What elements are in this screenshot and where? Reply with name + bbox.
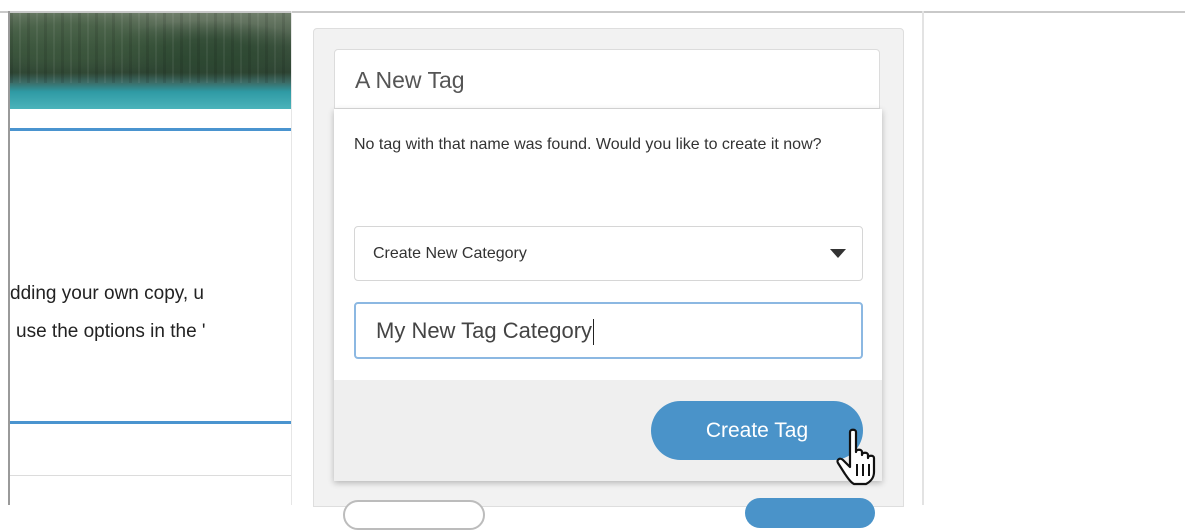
- create-tag-button[interactable]: Create Tag: [651, 401, 863, 460]
- category-select[interactable]: Create New Category: [354, 226, 863, 281]
- apply-button[interactable]: [745, 498, 875, 528]
- right-divider: [922, 11, 924, 505]
- body-line-2: use the options in the ': [16, 321, 206, 342]
- editor-preview: dding your own copy, u use the options i…: [10, 13, 291, 505]
- top-rule: [0, 0, 1185, 13]
- body-copy: dding your own copy, u use the options i…: [10, 275, 291, 351]
- new-category-value: My New Tag Category: [376, 318, 593, 343]
- gray-divider: [10, 475, 291, 476]
- tag-search-input[interactable]: A New Tag: [334, 49, 880, 109]
- section-divider-bottom: [10, 421, 291, 424]
- caret-down-icon: [830, 249, 846, 258]
- create-tag-dropdown: No tag with that name was found. Would y…: [334, 109, 882, 481]
- new-category-input[interactable]: My New Tag Category: [354, 302, 863, 359]
- hero-image: [10, 13, 291, 109]
- dropdown-footer: Create Tag: [334, 380, 882, 481]
- body-line-1: dding your own copy, u: [10, 283, 204, 304]
- hand-pointer-icon: [836, 428, 876, 486]
- tag-not-found-message: No tag with that name was found. Would y…: [354, 136, 822, 153]
- text-caret: [593, 319, 595, 346]
- section-divider-top: [10, 128, 291, 131]
- pane-divider: [291, 11, 292, 505]
- category-select-value: Create New Category: [373, 245, 527, 262]
